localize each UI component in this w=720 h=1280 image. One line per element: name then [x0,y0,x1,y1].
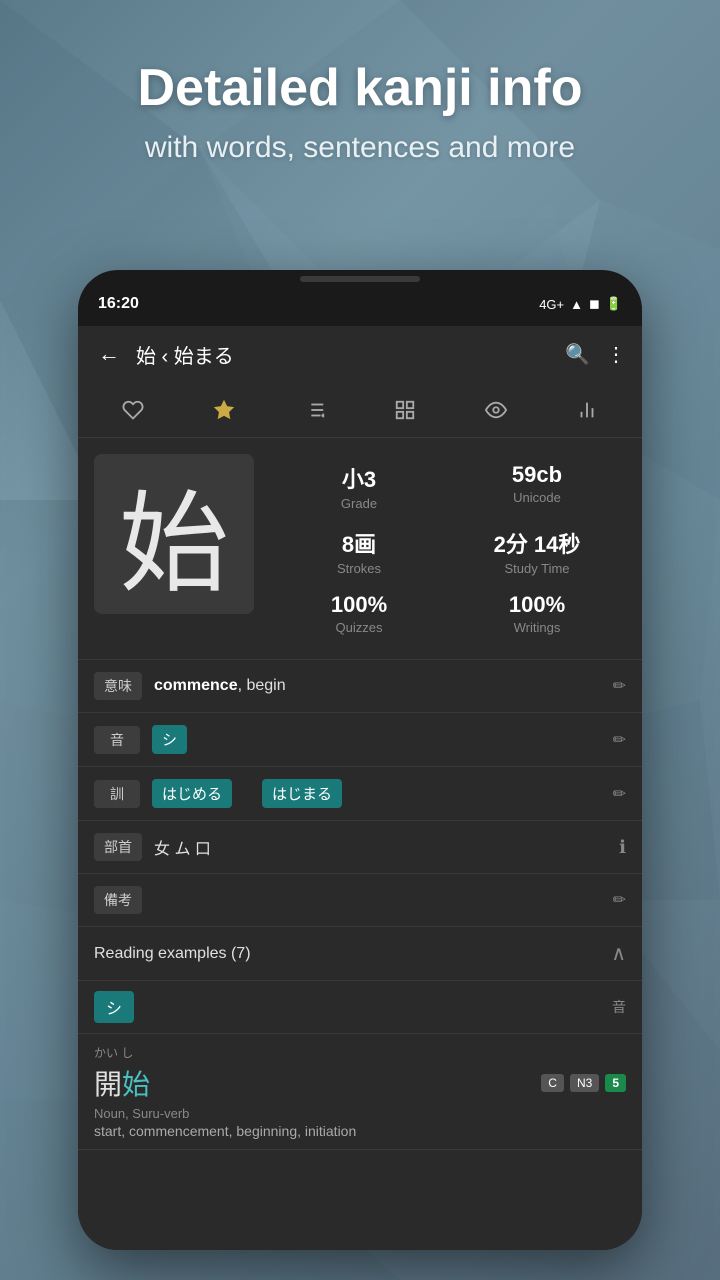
kun-reading-row: 訓 はじめる はじまる ✏ [78,767,642,821]
stat-strokes: 8画 Strokes [270,519,448,584]
eye-button[interactable] [474,388,518,432]
grade-value: 小3 [274,462,444,494]
bushu-content: 女 ム 口 [154,835,607,859]
section-chevron-icon: ∧ [611,941,626,966]
battery-icon: 🔋 [606,296,622,312]
kun-reading-edit-icon[interactable]: ✏ [613,784,626,804]
action-toolbar [78,382,642,438]
word-badges: C N3 5 [541,1074,626,1092]
on-reading-value[interactable]: シ [152,725,187,754]
badge-c: C [541,1074,564,1092]
status-time: 16:20 [98,295,139,313]
study-time-value: 2分 14秒 [452,527,622,559]
kanji-highlight: 始 [122,1069,150,1100]
badge-level: 5 [605,1074,626,1092]
more-button[interactable]: ⋮ [606,342,626,367]
status-bar: 16:20 4G+ ▲ ◼ 🔋 [78,282,642,326]
meaning-tag: 意味 [94,672,142,700]
kun-reading-2[interactable]: はじまる [262,779,342,808]
phone-frame: 16:20 4G+ ▲ ◼ 🔋 ← 始 ‹ 始まる 🔍 ⋮ [78,270,642,1250]
signal-icon: ▲ [570,297,583,312]
unicode-value: 59cb [452,462,622,488]
word-kanji: 開始 [94,1063,150,1103]
word-type: Noun, Suru-verb [94,1106,626,1121]
stat-unicode: 59cb Unicode [448,454,626,519]
on-reading-edit-icon[interactable]: ✏ [613,730,626,750]
stat-quizzes: 100% Quizzes [270,584,448,643]
on-tag: 音 [94,726,140,754]
strokes-label: Strokes [274,561,444,576]
bushu-tag: 部首 [94,833,142,861]
notes-edit-icon[interactable]: ✏ [613,890,626,910]
meaning-content: commence, begin [154,677,601,695]
reading-type-on: 音 [612,997,626,1017]
stat-study-time: 2分 14秒 Study Time [448,519,626,584]
promo-title: Detailed kanji info [40,60,680,117]
heart-button[interactable] [111,388,155,432]
word-item-kaishi[interactable]: かい し 開始 C N3 5 Noun, Suru-verb start, co… [78,1034,642,1150]
chart-button[interactable] [565,388,609,432]
reading-kana-shi[interactable]: シ [94,991,134,1023]
notes-row: 備考 ✏ [78,874,642,927]
back-button[interactable]: ← [94,337,124,371]
promo-subtitle: with words, sentences and more [40,131,680,165]
top-bar: ← 始 ‹ 始まる 🔍 ⋮ [78,326,642,382]
notes-tag: 備考 [94,886,142,914]
word-line: 開始 C N3 5 [94,1063,626,1103]
page-title: 始 ‹ 始まる [136,340,553,369]
bushu-info-icon[interactable]: ℹ [619,837,626,858]
word-furigana: かい し [94,1044,626,1061]
quizzes-label: Quizzes [274,620,444,635]
reading-examples-title: Reading examples (7) [94,945,251,963]
writings-label: Writings [452,620,622,635]
unicode-label: Unicode [452,490,622,505]
writings-value: 100% [452,592,622,618]
promo-header: Detailed kanji info with words, sentence… [0,60,720,165]
badge-n3: N3 [570,1074,599,1092]
kanji-stats: 小3 Grade 59cb Unicode 8画 Strokes 2分 14秒 … [270,454,626,643]
word-meaning: start, commencement, beginning, initiati… [94,1123,626,1139]
study-time-label: Study Time [452,561,622,576]
add-list-button[interactable] [293,388,337,432]
top-bar-icons: 🔍 ⋮ [565,342,626,367]
grid-button[interactable] [383,388,427,432]
meaning-edit-icon[interactable]: ✏ [613,676,626,696]
strokes-value: 8画 [274,527,444,559]
meaning-row: 意味 commence, begin ✏ [78,660,642,713]
main-content: 始 小3 Grade 59cb Unicode 8画 Strokes 2分 14… [78,438,642,1250]
search-button[interactable]: 🔍 [565,342,590,367]
kun-tag: 訓 [94,780,140,808]
kanji-character: 始 [94,454,254,614]
reading-examples-header[interactable]: Reading examples (7) ∧ [78,927,642,981]
network-icon: 4G+ [539,297,564,312]
stat-grade: 小3 Grade [270,454,448,519]
bushu-row: 部首 女 ム 口 ℹ [78,821,642,874]
quizzes-value: 100% [274,592,444,618]
kanji-card: 始 小3 Grade 59cb Unicode 8画 Strokes 2分 14… [78,438,642,660]
reading-group-shi: シ 音 [78,981,642,1034]
star-button[interactable] [202,388,246,432]
kun-reading-1[interactable]: はじめる [152,779,232,808]
stat-writings: 100% Writings [448,584,626,643]
status-icons: 4G+ ▲ ◼ 🔋 [539,296,622,312]
on-reading-row: 音 シ ✏ [78,713,642,767]
wifi-icon: ◼ [589,296,600,312]
grade-label: Grade [274,496,444,511]
